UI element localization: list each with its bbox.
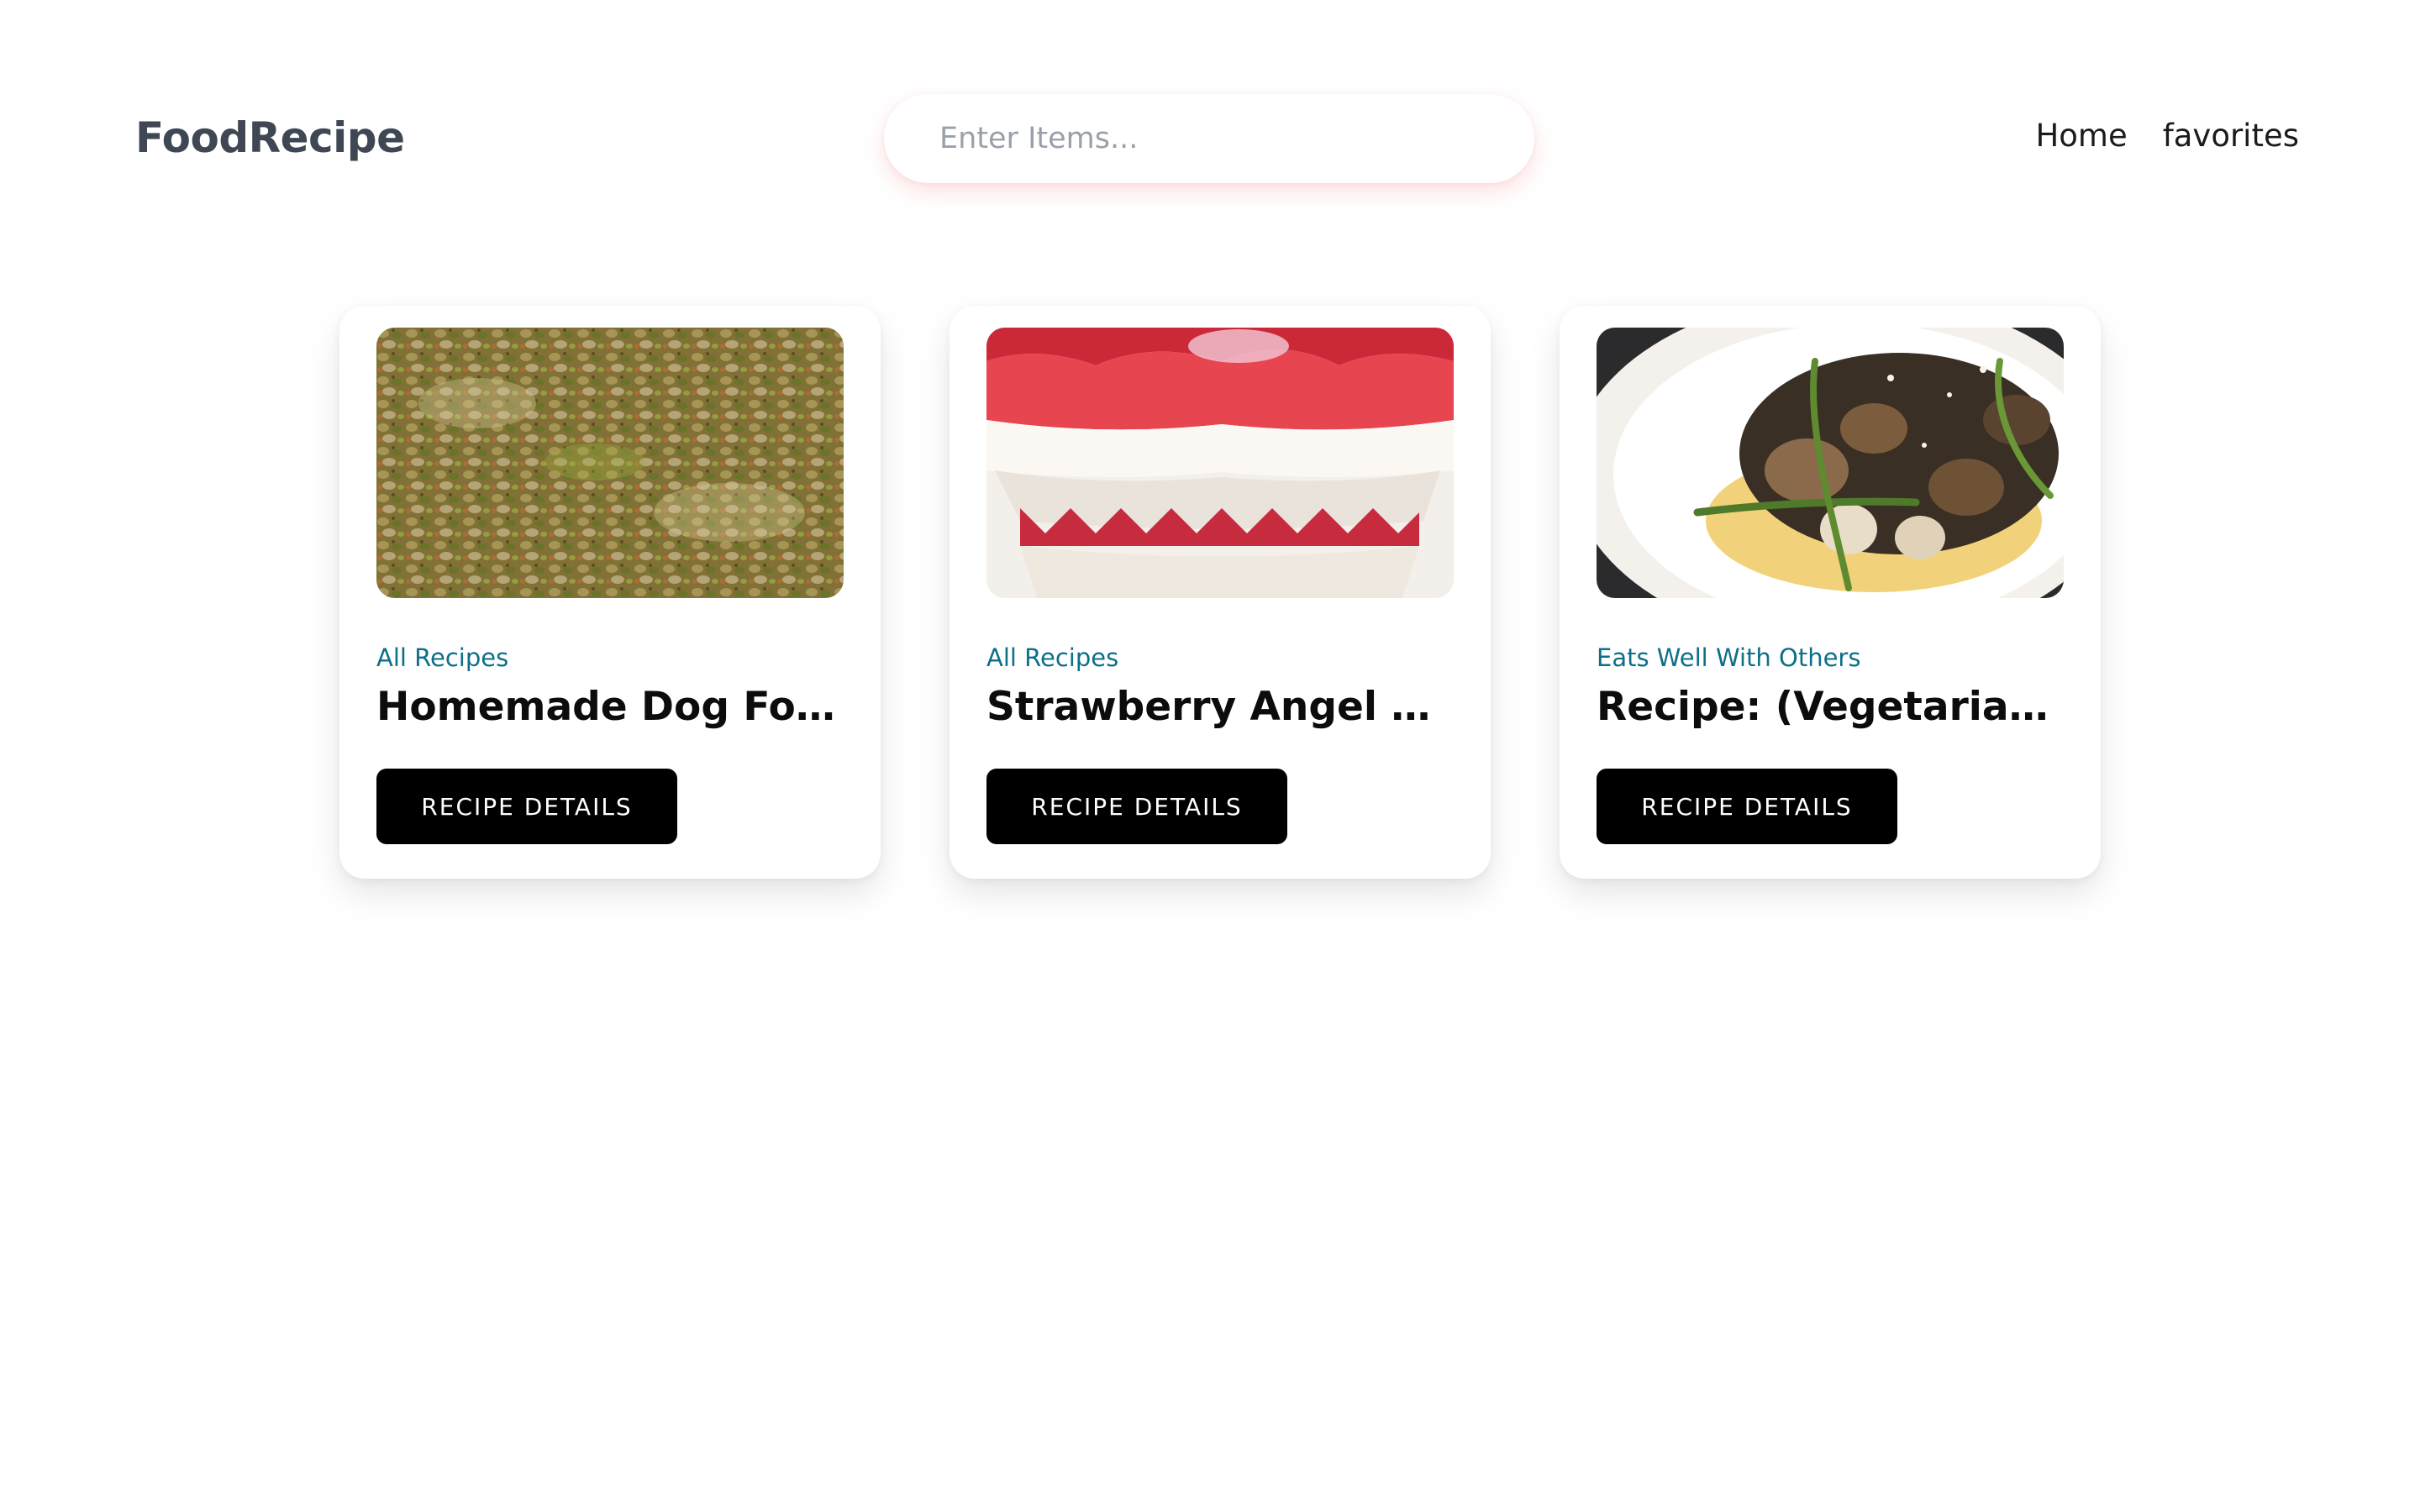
recipe-details-button[interactable]: RECIPE DETAILS bbox=[1597, 769, 1897, 844]
search-bar[interactable] bbox=[884, 94, 1534, 183]
recipe-title: Recipe: (Vegetarian) C... bbox=[1597, 684, 2064, 730]
recipe-image[interactable] bbox=[376, 328, 844, 598]
brand-logo[interactable]: FoodRecipe bbox=[135, 113, 405, 162]
recipe-image[interactable] bbox=[986, 328, 1454, 598]
top-nav: Home favorites bbox=[2035, 118, 2299, 154]
vegetarian-stew-image bbox=[1597, 328, 2064, 598]
recipe-card: All Recipes Homemade Dog Food RECIPE DET… bbox=[339, 306, 881, 879]
nav-home-link[interactable]: Home bbox=[2035, 118, 2127, 154]
nav-favorites-link[interactable]: favorites bbox=[2163, 118, 2299, 154]
page: FoodRecipe Home favorites bbox=[0, 0, 2420, 1512]
recipe-card-list: All Recipes Homemade Dog Food RECIPE DET… bbox=[339, 306, 2101, 879]
recipe-details-button[interactable]: RECIPE DETAILS bbox=[986, 769, 1287, 844]
strawberry-trifle-image bbox=[986, 328, 1454, 598]
search-input[interactable] bbox=[939, 122, 1477, 155]
recipe-details-button[interactable]: RECIPE DETAILS bbox=[376, 769, 677, 844]
recipe-title: Strawberry Angel Foo... bbox=[986, 684, 1454, 730]
recipe-category[interactable]: All Recipes bbox=[376, 643, 844, 672]
recipe-card: Eats Well With Others Recipe: (Vegetaria… bbox=[1560, 306, 2101, 879]
recipe-category[interactable]: Eats Well With Others bbox=[1597, 643, 2064, 672]
recipe-card: All Recipes Strawberry Angel Foo... RECI… bbox=[950, 306, 1491, 879]
recipe-image[interactable] bbox=[1597, 328, 2064, 598]
recipe-category[interactable]: All Recipes bbox=[986, 643, 1454, 672]
dog-food-image bbox=[376, 328, 844, 598]
recipe-title: Homemade Dog Food bbox=[376, 684, 844, 730]
